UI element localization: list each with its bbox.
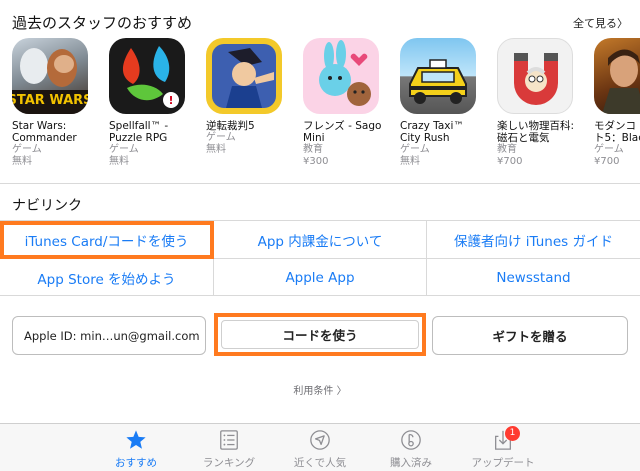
redeem-code-button[interactable]: コードを使う <box>214 313 426 356</box>
spellfall-icon[interactable]: ! <box>109 38 185 114</box>
redeem-code-label: コードを使う <box>221 320 419 349</box>
crazy-taxi-icon[interactable] <box>400 38 476 114</box>
app-category: 教育 <box>303 144 323 155</box>
star-wars-commander-icon[interactable]: STAR WARS <box>12 38 88 114</box>
tab-label: 近くで人気 <box>293 457 347 469</box>
app-name-line2: Mini <box>303 132 325 144</box>
app-category: ゲーム <box>206 132 236 143</box>
app-name-line2: Commander <box>12 132 77 144</box>
newsstand-link[interactable]: Newsstand <box>427 259 640 296</box>
app-item[interactable]: フレンズ - Sago Mini 教育 ¥300 <box>303 38 389 168</box>
app-name: Spellfall™ - <box>109 120 169 132</box>
app-item[interactable]: 逆転裁判5 ゲーム 無料 <box>206 38 292 156</box>
app-name: Crazy Taxi™ <box>400 120 464 132</box>
tab-updates[interactable]: 1 アップデート <box>453 424 553 471</box>
app-name: フレンズ - Sago <box>303 120 382 132</box>
app-name-line2: 磁石と電気 <box>497 132 550 144</box>
app-item[interactable]: 楽しい物理百科: 磁石と電気 教育 ¥700 <box>497 38 583 168</box>
terms-link[interactable]: 利用条件 〉 <box>0 382 640 397</box>
location-arrow-icon <box>310 430 330 450</box>
tab-featured[interactable]: おすすめ <box>86 424 186 471</box>
tab-label: アップデート <box>471 457 535 469</box>
app-price: ¥700 <box>594 156 620 167</box>
app-category: ゲーム <box>12 144 42 155</box>
app-name: 楽しい物理百科: <box>497 120 575 132</box>
get-started-link[interactable]: App Store を始めよう <box>0 259 214 296</box>
svg-text:STAR WARS: STAR WARS <box>12 93 88 108</box>
app-carousel: STAR WARS Star Wars: Commander ゲーム 無料 ! … <box>0 38 640 178</box>
send-gift-button[interactable]: ギフトを贈る <box>432 316 628 355</box>
app-category: 教育 <box>497 144 517 155</box>
see-all-link[interactable]: 全て見る〉 <box>573 15 628 31</box>
tab-label: 購入済み <box>390 457 432 469</box>
app-price: 無料 <box>12 156 32 167</box>
tab-label: ランキング <box>202 457 256 469</box>
app-name: 逆転裁判5 <box>206 120 255 132</box>
app-name: モダンコ <box>594 120 636 132</box>
app-price: 無料 <box>206 144 226 155</box>
section-divider <box>0 183 640 184</box>
list-icon <box>220 430 238 450</box>
app-name-line2: Puzzle RPG <box>109 132 168 144</box>
parents-guide-link[interactable]: 保護者向け iTunes ガイド <box>427 221 640 259</box>
sago-mini-friends-icon[interactable] <box>303 38 379 114</box>
app-item[interactable]: モダンコ ト5：Blac ゲーム ¥700 <box>594 38 640 168</box>
in-app-purchase-link[interactable]: App 内課金について <box>214 221 427 259</box>
app-price: 無料 <box>400 156 420 167</box>
app-price: ¥300 <box>303 156 329 167</box>
purchased-icon <box>401 430 421 450</box>
app-price: 無料 <box>109 156 129 167</box>
tab-bar: おすすめ ランキング 近くで人気 購入済み 1 アップデート <box>0 423 640 471</box>
app-category: ゲーム <box>400 144 430 155</box>
apple-id-button[interactable]: Apple ID: min…un@gmail.com <box>12 316 206 355</box>
tab-near-me[interactable]: 近くで人気 <box>270 424 370 471</box>
app-name-line2: City Rush <box>400 132 450 144</box>
gyakuten-saiban-icon[interactable] <box>206 38 282 114</box>
physics-magnet-icon[interactable] <box>497 38 573 114</box>
app-name: Star Wars: <box>12 120 67 132</box>
tab-ranking[interactable]: ランキング <box>179 424 279 471</box>
tab-purchased[interactable]: 購入済み <box>361 424 461 471</box>
update-count-badge: 1 <box>505 426 520 441</box>
app-category: ゲーム <box>594 144 624 155</box>
itunes-card-redeem-link[interactable]: iTunes Card/コードを使う <box>0 221 214 259</box>
section-title: 過去のスタッフのおすすめ <box>12 14 193 32</box>
app-name-line2: ト5：Blac <box>594 132 640 144</box>
app-item[interactable]: Crazy Taxi™ City Rush ゲーム 無料 <box>400 38 486 168</box>
star-icon <box>126 430 146 449</box>
svg-text:!: ! <box>168 94 173 107</box>
app-item[interactable]: STAR WARS Star Wars: Commander ゲーム 無料 <box>12 38 98 168</box>
navi-title: ナビリンク <box>12 198 82 214</box>
app-item[interactable]: ! Spellfall™ - Puzzle RPG ゲーム 無料 <box>109 38 195 168</box>
app-category: ゲーム <box>109 144 139 155</box>
tab-label: おすすめ <box>115 457 157 469</box>
modern-combat-icon[interactable] <box>594 38 640 114</box>
navi-link-grid: iTunes Card/コードを使う App 内課金について 保護者向け iTu… <box>0 220 640 296</box>
apple-app-link[interactable]: Apple App <box>214 259 427 296</box>
featured-header: 過去のスタッフのおすすめ 全て見る〉 <box>0 0 640 38</box>
app-price: ¥700 <box>497 156 523 167</box>
